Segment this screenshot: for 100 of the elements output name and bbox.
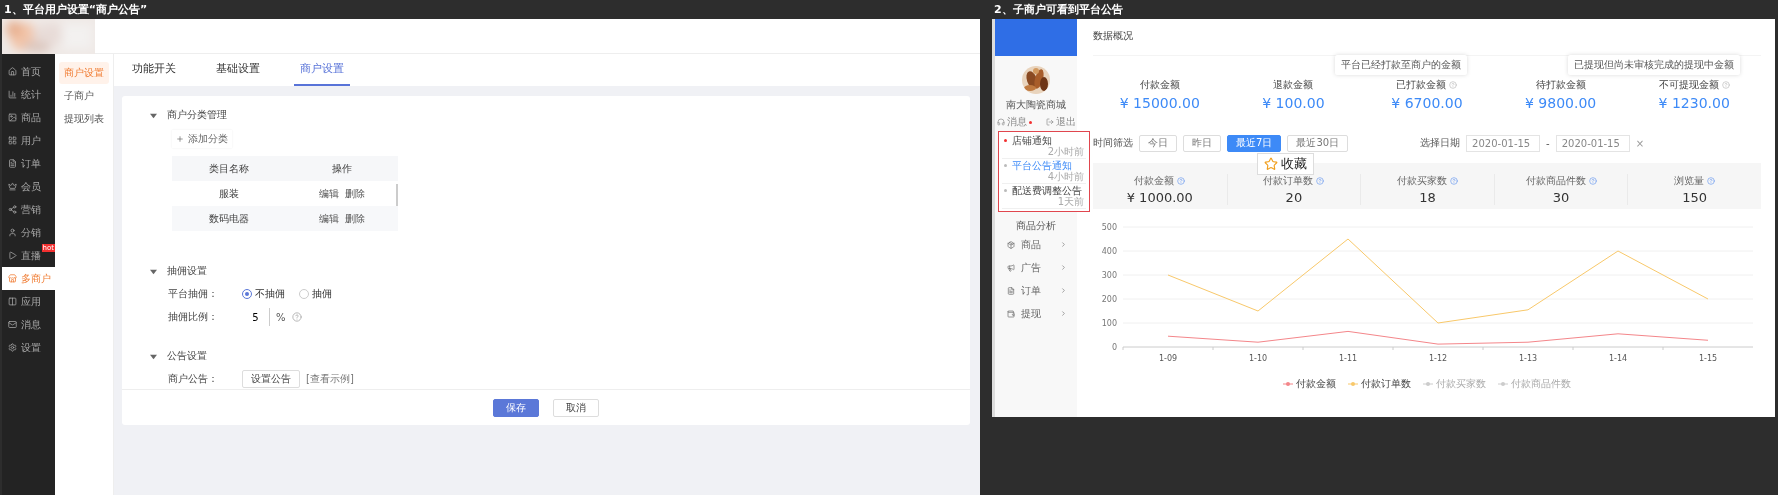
nav-item[interactable]: 订单 (995, 279, 1077, 302)
submenu-item[interactable]: 提现列表 (59, 108, 109, 130)
caption: 1、平台用户设置“商户公告” (3, 2, 149, 18)
tab[interactable]: 商户设置 (294, 54, 350, 86)
legend-marker-icon (1498, 381, 1508, 387)
sidebar-item[interactable]: 应用 (2, 290, 55, 313)
legend-marker-icon (1423, 381, 1433, 387)
stat-value: ¥ 1230.00 (1658, 95, 1730, 111)
legend-item[interactable]: 付款订单数 (1348, 377, 1411, 391)
legend-item[interactable]: 付款金额 (1283, 377, 1336, 391)
document-icon (1007, 286, 1015, 295)
row-action-link[interactable]: 删除 (344, 186, 365, 201)
axis-label: 0 (1111, 343, 1117, 352)
unit-label: % (276, 311, 286, 323)
nav-item[interactable]: 广告 (995, 256, 1077, 279)
sidebar-item[interactable]: 首页 (2, 60, 55, 83)
axis-label: 200 (1101, 295, 1117, 304)
filter-label: 时间筛选 (1093, 136, 1133, 150)
sidebar-item[interactable]: 用户 (2, 129, 55, 152)
stat-label: 已打款金额 (1396, 78, 1447, 92)
user-name: 南大陶瓷商城 (1006, 98, 1066, 112)
radio-option[interactable]: 抽佣 (299, 287, 332, 302)
metric-label: 付款金额 (1134, 174, 1175, 188)
stat-label: 退款金额 (1273, 78, 1314, 92)
crown-icon (8, 182, 17, 191)
range-button[interactable]: 昨日 (1183, 134, 1221, 152)
nav-item[interactable]: 提现 (995, 302, 1077, 325)
tab[interactable]: 功能开关 (126, 54, 182, 86)
sidebar-item[interactable]: 统计 (2, 83, 55, 106)
metric-label: 浏览量 (1674, 174, 1705, 188)
caret-icon[interactable] (150, 352, 157, 360)
stat-value: ¥ 9800.00 (1524, 95, 1597, 111)
notification-item[interactable]: 店铺通知 2小时前 (1002, 134, 1086, 159)
table-cell-text: 服装 (217, 186, 240, 201)
caret-icon[interactable] (150, 267, 157, 275)
cancel-button[interactable]: 取消 (553, 398, 599, 417)
info-icon[interactable] (1707, 177, 1716, 185)
chevron-icon (1060, 264, 1067, 271)
radio-option[interactable]: 不抽佣 (242, 287, 285, 302)
document-icon (8, 159, 17, 168)
sidebar-item[interactable]: 设置 (2, 336, 55, 359)
metric-value: ¥ 1000.00 (1126, 190, 1193, 205)
popup-label: 收藏 (1281, 156, 1307, 172)
row-action-link[interactable]: 删除 (344, 211, 365, 226)
caret-icon[interactable] (150, 111, 157, 119)
person-icon (8, 228, 17, 237)
messages-link[interactable]: 消息 (996, 115, 1032, 129)
box-icon (1007, 240, 1015, 249)
grid-icon (8, 136, 17, 145)
set-notice-button[interactable]: 设置公告 (242, 370, 300, 388)
stat-label: 待打款金额 (1535, 78, 1586, 92)
notification-item[interactable]: 配送费调整公告 1天前 (1002, 184, 1086, 209)
sidebar-item[interactable]: 订单 (2, 152, 55, 175)
axis-label: 1-15 (1698, 354, 1718, 363)
sidebar-item[interactable]: 商品 (2, 106, 55, 129)
star-icon[interactable] (1264, 157, 1278, 171)
nav-item[interactable]: 商品 (995, 233, 1077, 256)
stat-label: 不可提现金额 (1658, 78, 1719, 92)
sidebar-item[interactable]: 分销 (2, 221, 55, 244)
stat-value: ¥ 100.00 (1262, 95, 1325, 111)
field-label: 抽佣比例： (168, 310, 219, 325)
column-header: 类目名称 (207, 161, 250, 176)
settings-icon (8, 343, 17, 352)
sidebar-item[interactable]: 营销 (2, 198, 55, 221)
stat-value: ¥ 6700.00 (1391, 95, 1463, 111)
axis-label: 1-12 (1428, 354, 1448, 363)
range-button[interactable]: 最近30日 (1287, 134, 1349, 152)
row-action-link[interactable]: 编辑 (318, 186, 339, 201)
tab[interactable]: 基础设置 (210, 54, 266, 86)
date-field[interactable]: 2020-01-15 (1466, 134, 1541, 152)
notification-title: 店铺通知 (1012, 135, 1053, 146)
info-icon[interactable] (1450, 177, 1458, 185)
row-action-link[interactable]: 编辑 (318, 211, 339, 226)
axis-label: 100 (1101, 319, 1117, 328)
info-icon[interactable] (1316, 177, 1325, 185)
metric-value: 20 (1285, 190, 1303, 205)
image-icon (8, 113, 17, 122)
chevron-icon (1060, 310, 1067, 317)
info-icon[interactable] (1588, 177, 1597, 185)
example-link[interactable]: [查看示例] (306, 372, 354, 386)
caption: 2、子商户可看到平台公告 (993, 2, 1124, 18)
unread-dot (1028, 120, 1032, 124)
notification-item[interactable]: 平台公告通知 4小时前 (1002, 159, 1086, 184)
add-category-button[interactable]: 添加分类 (172, 130, 232, 148)
chart-icon (8, 90, 17, 99)
headset-icon (996, 118, 1005, 126)
help-icon[interactable] (1449, 81, 1458, 89)
submenu-item[interactable]: 子商户 (59, 85, 109, 107)
scrollbar[interactable] (396, 184, 398, 206)
sidebar-item[interactable]: 会员 (2, 175, 55, 198)
metric-value: 30 (1552, 190, 1570, 205)
sidebar-item[interactable]: 消息 (2, 313, 55, 336)
info-icon[interactable] (1177, 177, 1186, 185)
help-icon[interactable] (291, 312, 302, 323)
logout-link[interactable]: 退出 (1045, 115, 1076, 129)
save-button[interactable]: 保存 (493, 398, 539, 417)
help-icon[interactable] (1721, 81, 1730, 89)
date-field[interactable]: 2020-01-15 (1555, 134, 1630, 152)
field-label: 商户公告： (168, 372, 219, 386)
range-button[interactable]: 今日 (1139, 134, 1177, 152)
